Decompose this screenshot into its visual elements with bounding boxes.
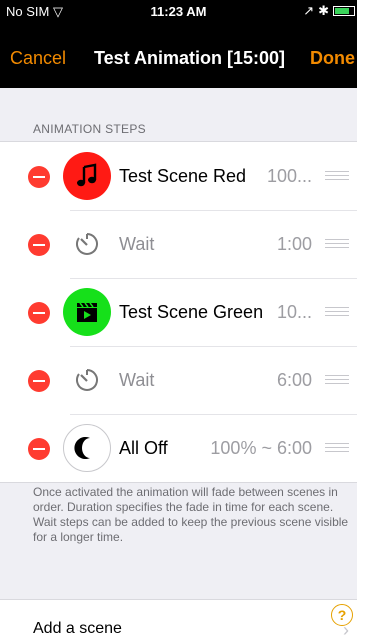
step-row-wait[interactable]: Wait 6:00 xyxy=(0,346,357,414)
reorder-handle-icon[interactable] xyxy=(325,239,349,249)
battery-icon xyxy=(333,6,355,16)
music-note-icon xyxy=(63,152,111,200)
step-row-scene-green[interactable]: Test Scene Green 10... xyxy=(0,278,357,346)
animation-steps-list: Test Scene Red 100... Wait 1:00 Test Sce… xyxy=(0,141,357,483)
navigation-bar: Cancel Test Animation [15:00] Done xyxy=(0,24,357,88)
step-row-wait[interactable]: Wait 1:00 xyxy=(0,210,357,278)
section-header: ANIMATION STEPS xyxy=(33,122,146,136)
status-bar: No SIM ▽ 11:23 AM ↗ ✱ xyxy=(0,0,357,24)
delete-step-button[interactable] xyxy=(28,166,50,188)
step-detail: 100% ~ 6:00 xyxy=(210,438,312,458)
step-row-all-off[interactable]: All Off 100% ~ 6:00 xyxy=(0,414,357,482)
reorder-handle-icon[interactable] xyxy=(325,171,349,181)
reorder-handle-icon[interactable] xyxy=(325,443,349,453)
help-icon[interactable]: ? xyxy=(331,604,353,626)
moon-icon xyxy=(63,424,111,472)
step-label: Test Scene Red xyxy=(119,166,247,186)
delete-step-button[interactable] xyxy=(28,370,50,392)
clapperboard-icon xyxy=(63,288,111,336)
screen-edge xyxy=(357,0,365,643)
reorder-handle-icon[interactable] xyxy=(325,307,349,317)
cancel-button[interactable]: Cancel xyxy=(10,48,66,69)
done-button[interactable]: Done xyxy=(310,48,355,69)
step-detail: 10... xyxy=(276,302,312,322)
location-icon: ↗ xyxy=(303,3,315,18)
delete-step-button[interactable] xyxy=(28,234,50,256)
add-scene-label: Add a scene xyxy=(33,620,122,637)
delete-step-button[interactable] xyxy=(28,438,50,460)
step-label: Wait xyxy=(119,234,155,254)
step-label: All Off xyxy=(119,438,168,458)
timer-icon xyxy=(63,220,111,268)
footer-note: Once activated the animation will fade b… xyxy=(33,485,349,544)
delete-step-button[interactable] xyxy=(28,302,50,324)
step-label: Wait xyxy=(119,370,155,390)
timer-icon xyxy=(63,356,111,404)
step-detail: 100... xyxy=(266,166,312,186)
add-scene-cell[interactable]: Add a scene ? › xyxy=(0,599,357,643)
chevron-right-icon: › xyxy=(343,620,349,640)
step-detail: 6:00 xyxy=(276,370,312,390)
step-detail: 1:00 xyxy=(276,234,312,254)
status-icons: ↗ ✱ xyxy=(303,3,355,19)
step-label: Test Scene Green xyxy=(119,302,264,322)
step-row-scene-red[interactable]: Test Scene Red 100... xyxy=(0,142,357,210)
bluetooth-icon: ✱ xyxy=(318,3,329,18)
page-title: Test Animation [15:00] xyxy=(94,48,286,68)
app-frame: No SIM ▽ 11:23 AM ↗ ✱ Cancel Test Animat… xyxy=(0,0,365,643)
reorder-handle-icon[interactable] xyxy=(325,375,349,385)
